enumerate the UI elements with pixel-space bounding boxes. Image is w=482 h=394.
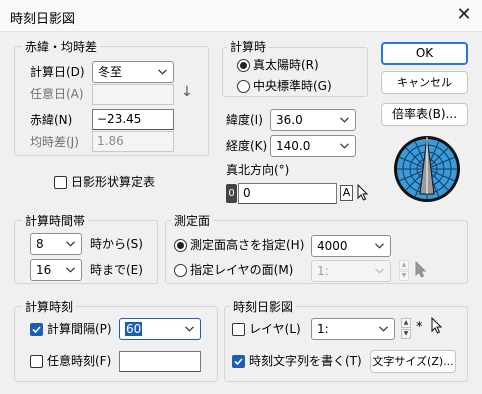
layer-value: 1: bbox=[317, 322, 329, 336]
interval-value: 60 bbox=[125, 322, 143, 336]
true-north-label: 真北方向(°) bbox=[226, 163, 290, 177]
calc-date-value: 冬至 bbox=[98, 65, 123, 79]
measure-plane-title: 測定面 bbox=[171, 214, 214, 228]
layer-plane-select[interactable]: 1: bbox=[311, 260, 391, 282]
write-text-label: 時刻文字列を書く(T) bbox=[249, 354, 362, 368]
chevron-down-icon bbox=[66, 267, 75, 273]
layer-plane-spinner[interactable]: ▲ ▼ bbox=[399, 260, 409, 282]
any-time-label: 任意時刻(F) bbox=[47, 354, 112, 368]
time-shadow-title: 時刻日影図 bbox=[230, 300, 297, 314]
from-hour-select[interactable]: 8 bbox=[30, 233, 82, 255]
spin-down-icon[interactable]: ▼ bbox=[401, 329, 411, 339]
layer-label: レイヤ(L) bbox=[249, 322, 301, 336]
cursor-pick-icon[interactable] bbox=[356, 184, 368, 202]
a-button[interactable]: A bbox=[340, 185, 353, 201]
interval-checkbox[interactable] bbox=[30, 323, 43, 336]
layer-select[interactable]: 1: bbox=[311, 318, 395, 340]
latitude-label: 緯度(I) bbox=[226, 113, 263, 127]
close-icon[interactable]: ✕ bbox=[452, 4, 476, 28]
calc-date-label: 計算日(D) bbox=[30, 65, 85, 79]
chevron-down-icon bbox=[340, 143, 349, 149]
down-arrow-icon: ↓ bbox=[181, 84, 193, 100]
to-hour-label: 時まで(E) bbox=[90, 263, 143, 277]
write-text-checkbox[interactable] bbox=[232, 355, 245, 368]
chevron-down-icon bbox=[185, 326, 194, 332]
time-range-title: 計算時間帯 bbox=[22, 214, 89, 228]
shadow-shape-checkbox[interactable] bbox=[54, 176, 67, 189]
layer-checkbox[interactable] bbox=[232, 323, 245, 336]
direction-picker-icon[interactable]: 0 bbox=[226, 184, 237, 203]
latitude-select[interactable]: 36.0 bbox=[270, 109, 356, 131]
from-hour-value: 8 bbox=[36, 237, 44, 251]
any-date-label: 任意日(A) bbox=[30, 87, 84, 101]
true-solar-radio[interactable] bbox=[237, 59, 250, 72]
true-north-field[interactable]: 0 bbox=[238, 183, 337, 204]
longitude-value: 140.0 bbox=[276, 139, 311, 153]
from-hour-label: 時から(S) bbox=[90, 237, 143, 251]
asterisk-button[interactable]: * bbox=[416, 320, 423, 335]
declination-label: 赤緯(N) bbox=[30, 113, 73, 127]
height-specify-radio[interactable] bbox=[174, 239, 187, 252]
interval-label: 計算間隔(P) bbox=[47, 322, 112, 336]
layer-plane-value: 1: bbox=[317, 264, 329, 278]
cursor-pick-icon[interactable] bbox=[430, 317, 442, 335]
layer-spinner[interactable]: ▲ ▼ bbox=[401, 318, 411, 340]
chevron-down-icon bbox=[340, 117, 349, 123]
any-time-checkbox[interactable] bbox=[30, 355, 43, 368]
chevron-down-icon bbox=[66, 241, 75, 247]
to-hour-value: 16 bbox=[36, 263, 52, 277]
any-date-field[interactable] bbox=[92, 84, 174, 105]
cancel-button[interactable]: キャンセル bbox=[381, 71, 468, 94]
eot-field[interactable]: 1.86 bbox=[92, 131, 174, 152]
calc-times-title: 計算時刻 bbox=[22, 300, 77, 314]
interval-select[interactable]: 60 bbox=[119, 318, 201, 340]
scale-table-button[interactable]: 倍率表(B)... bbox=[381, 103, 468, 126]
spin-up-icon[interactable]: ▲ bbox=[401, 318, 411, 328]
calc-time-mode-title: 計算時 bbox=[227, 40, 270, 54]
declination-field[interactable]: −23.45 bbox=[92, 109, 174, 130]
true-solar-label: 真太陽時(R) bbox=[253, 58, 319, 72]
ok-button[interactable]: OK bbox=[381, 42, 468, 65]
longitude-select[interactable]: 140.0 bbox=[270, 135, 356, 157]
text-size-button[interactable]: 文字サイズ(Z)... bbox=[370, 350, 456, 373]
height-specify-label: 測定面高さを指定(H) bbox=[190, 238, 305, 252]
shadow-shape-label: 日影形状算定表 bbox=[71, 175, 156, 189]
height-value: 4000 bbox=[317, 239, 348, 253]
calc-date-select[interactable]: 冬至 bbox=[92, 61, 174, 83]
any-time-field[interactable] bbox=[119, 351, 201, 372]
check-icon bbox=[32, 326, 41, 334]
longitude-label: 経度(K) bbox=[226, 139, 268, 153]
declination-group-title: 赤緯・均時差 bbox=[22, 40, 101, 54]
latitude-value: 36.0 bbox=[276, 113, 303, 127]
chevron-down-icon bbox=[158, 69, 167, 75]
compass-sunpath-icon bbox=[394, 136, 460, 202]
window-title: 時刻日影図 bbox=[10, 12, 76, 27]
chevron-down-icon bbox=[375, 268, 384, 274]
layer-plane-radio[interactable] bbox=[174, 264, 187, 277]
standard-time-radio[interactable] bbox=[237, 80, 250, 93]
chevron-down-icon bbox=[375, 243, 384, 249]
to-hour-select[interactable]: 16 bbox=[30, 259, 82, 281]
spin-down-icon[interactable]: ▼ bbox=[399, 271, 409, 281]
spin-up-icon[interactable]: ▲ bbox=[399, 260, 409, 270]
check-icon bbox=[234, 358, 243, 366]
cursor-pick-icon[interactable] bbox=[414, 261, 426, 279]
standard-time-label: 中央標準時(G) bbox=[253, 79, 332, 93]
height-select[interactable]: 4000 bbox=[311, 235, 391, 257]
eot-label: 均時差(J) bbox=[30, 135, 79, 149]
chevron-down-icon bbox=[379, 326, 388, 332]
layer-plane-label: 指定レイヤの面(M) bbox=[190, 263, 294, 277]
